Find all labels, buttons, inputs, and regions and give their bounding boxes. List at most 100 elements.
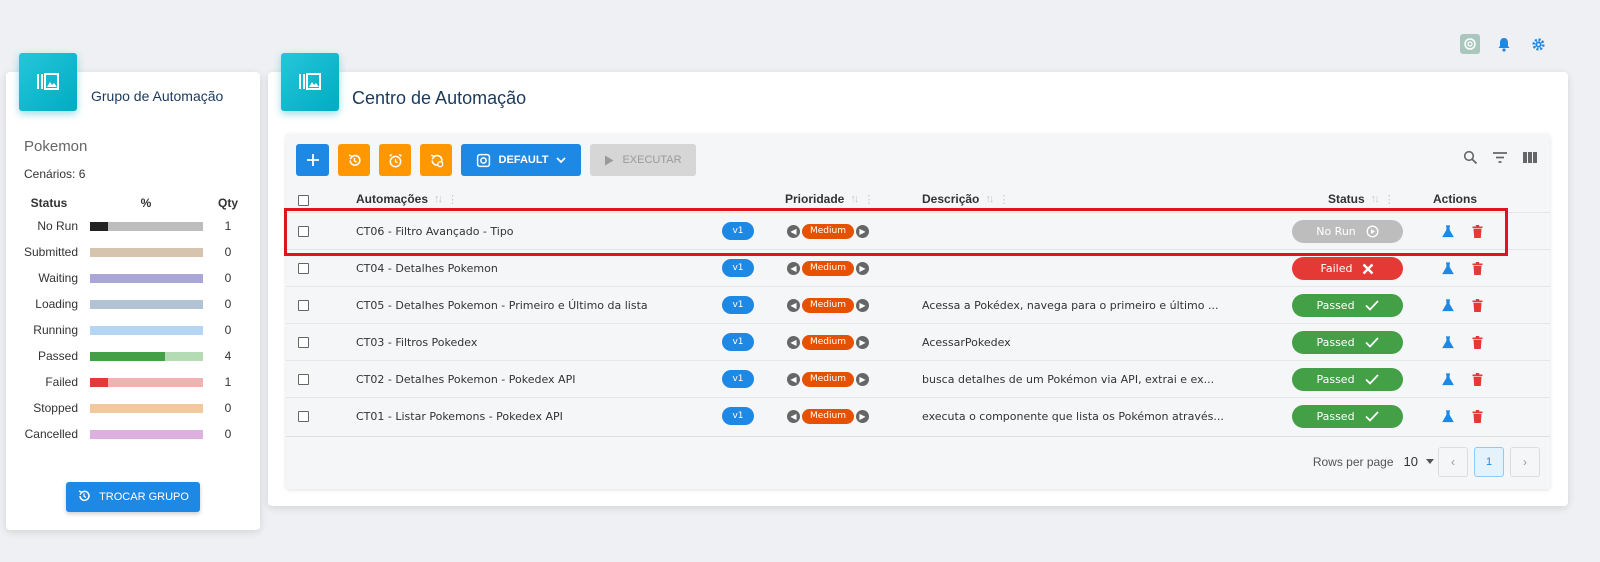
arrow-right-icon[interactable]: ▶ — [856, 335, 869, 349]
arrow-right-icon[interactable]: ▶ — [856, 224, 869, 238]
table-row[interactable]: CT03 - Filtros Pokedex v1 ◀ Medium ▶ AcessarP… — [286, 323, 1550, 360]
add-automation-button[interactable] — [296, 144, 329, 176]
search-icon[interactable] — [1463, 150, 1478, 170]
automation-name[interactable]: CT03 - Filtros Pokedex — [356, 324, 477, 360]
status-label: No Run — [37, 219, 78, 233]
sort-icon[interactable]: ↑↓ — [850, 193, 859, 205]
column-automations[interactable]: Automações ↑↓ ⋮ — [356, 192, 458, 206]
status-qty: 4 — [224, 349, 232, 363]
sort-icon[interactable]: ↑↓ — [985, 193, 994, 205]
rows-per-page-select[interactable]: 10 — [1404, 454, 1434, 469]
automation-name[interactable]: CT05 - Detalhes Pokemon - Primeiro e Últ… — [356, 287, 648, 323]
automation-name[interactable]: CT04 - Detalhes Pokemon — [356, 250, 498, 286]
arrow-right-icon[interactable]: ▶ — [856, 298, 869, 312]
history-button[interactable] — [338, 144, 370, 176]
status-header-label: Status — [1328, 192, 1365, 206]
columns-icon[interactable] — [1522, 150, 1538, 170]
status-badge: Failed — [1292, 257, 1403, 280]
bell-icon[interactable] — [1494, 34, 1514, 54]
column-description[interactable]: Descrição ↑↓ ⋮ — [922, 192, 1009, 206]
arrow-right-icon[interactable]: ▶ — [856, 409, 869, 423]
column-menu-icon[interactable]: ⋮ — [863, 193, 874, 206]
play-circle-icon — [1366, 225, 1379, 238]
automation-name[interactable]: CT01 - Listar Pokemons - Pokedex API — [356, 398, 563, 434]
arrow-right-icon[interactable]: ▶ — [856, 261, 869, 275]
page-number-button[interactable]: 1 — [1474, 447, 1504, 477]
priority-control: ◀ Medium ▶ — [787, 398, 869, 434]
row-checkbox[interactable] — [298, 336, 309, 348]
status-label: Failed — [45, 375, 78, 389]
gear-icon[interactable] — [1528, 34, 1548, 54]
table-row[interactable]: CT06 - Filtro Avançado - Tipo v1 ◀ Medium ▶ N… — [286, 212, 1550, 249]
status-label: Passed — [1316, 336, 1355, 349]
priority-control: ◀ Medium ▶ — [787, 250, 869, 286]
column-menu-icon[interactable]: ⋮ — [998, 193, 1009, 206]
table-row[interactable]: CT02 - Detalhes Pokemon - Pokedex API v1 ◀… — [286, 360, 1550, 397]
percent-bar-cell — [86, 377, 206, 387]
change-group-button[interactable]: TROCAR GRUPO — [66, 482, 200, 512]
priority-badge: Medium — [802, 223, 854, 239]
arrow-left-icon[interactable]: ◀ — [787, 261, 800, 275]
arrow-left-icon[interactable]: ◀ — [787, 372, 800, 386]
priority-badge: Medium — [802, 260, 854, 276]
sort-icon[interactable]: ↑↓ — [434, 193, 443, 205]
rows-per-page-label: Rows per page — [1312, 454, 1394, 469]
page-title: Centro de Automação — [352, 88, 527, 108]
arrow-left-icon[interactable]: ◀ — [787, 224, 800, 238]
select-all-checkbox[interactable] — [298, 195, 309, 206]
group-card: Grupo de Automação Pokemon Cenários: 6 S… — [6, 53, 260, 530]
flask-icon[interactable] — [1442, 261, 1454, 275]
row-checkbox[interactable] — [298, 373, 309, 385]
next-page-button[interactable]: › — [1510, 447, 1540, 477]
automation-name[interactable]: CT02 - Detalhes Pokemon - Pokedex API — [356, 361, 575, 397]
delete-icon[interactable] — [1472, 372, 1483, 386]
row-checkbox[interactable] — [298, 410, 309, 422]
table-tools — [1463, 150, 1538, 170]
automation-name[interactable]: CT06 - Filtro Avançado - Tipo — [356, 213, 514, 249]
sort-icon[interactable]: ↑↓ — [1371, 193, 1380, 205]
table-row[interactable]: CT04 - Detalhes Pokemon v1 ◀ Medium ▶ Failed — [286, 249, 1550, 286]
arrow-left-icon[interactable]: ◀ — [787, 298, 800, 312]
arrow-left-icon[interactable]: ◀ — [787, 409, 800, 423]
delete-icon[interactable] — [1472, 335, 1483, 349]
column-menu-icon[interactable]: ⋮ — [1384, 193, 1395, 206]
flask-icon[interactable] — [1442, 409, 1454, 423]
status-label: No Run — [1316, 225, 1356, 238]
row-checkbox[interactable] — [298, 262, 309, 274]
table-row[interactable]: CT01 - Listar Pokemons - Pokedex API v1 ◀ M… — [286, 397, 1550, 434]
column-actions: Actions — [1433, 192, 1477, 206]
column-menu-icon[interactable]: ⋮ — [447, 193, 458, 206]
actions-header-label: Actions — [1433, 192, 1478, 206]
priority-badge: Medium — [802, 297, 854, 313]
previous-page-button[interactable]: ‹ — [1438, 447, 1468, 477]
flask-icon[interactable] — [1442, 372, 1454, 386]
column-priority[interactable]: Prioridade ↑↓ ⋮ — [785, 192, 874, 206]
chatgpt-icon[interactable] — [1460, 34, 1480, 54]
row-checkbox[interactable] — [298, 299, 309, 311]
priority-badge: Medium — [802, 334, 854, 350]
filter-icon[interactable] — [1492, 150, 1508, 170]
history-settings-icon — [430, 154, 443, 167]
status-label: Stopped — [33, 401, 78, 415]
history-icon — [348, 154, 361, 166]
status-label: Passed — [1316, 373, 1355, 386]
column-status[interactable]: Status ↑↓ ⋮ — [1328, 192, 1395, 206]
delete-icon[interactable] — [1472, 409, 1483, 423]
history-settings-button[interactable] — [420, 144, 452, 176]
table-row[interactable]: CT05 - Detalhes Pokemon - Primeiro e Últ… — [286, 286, 1550, 323]
status-summary-row: Failed 1 — [20, 369, 250, 395]
delete-icon[interactable] — [1472, 298, 1483, 312]
delete-icon[interactable] — [1472, 261, 1483, 275]
status-qty: 1 — [224, 219, 232, 233]
delete-icon[interactable] — [1472, 224, 1483, 238]
flask-icon[interactable] — [1442, 224, 1454, 238]
schedule-button[interactable] — [379, 144, 411, 176]
execute-button[interactable]: EXECUTAR — [590, 144, 696, 176]
environment-select[interactable]: DEFAULT — [461, 144, 581, 176]
arrow-right-icon[interactable]: ▶ — [856, 372, 869, 386]
arrow-left-icon[interactable]: ◀ — [787, 335, 800, 349]
status-qty: 0 — [224, 427, 232, 441]
row-checkbox[interactable] — [298, 225, 309, 237]
flask-icon[interactable] — [1442, 298, 1454, 312]
flask-icon[interactable] — [1442, 335, 1454, 349]
